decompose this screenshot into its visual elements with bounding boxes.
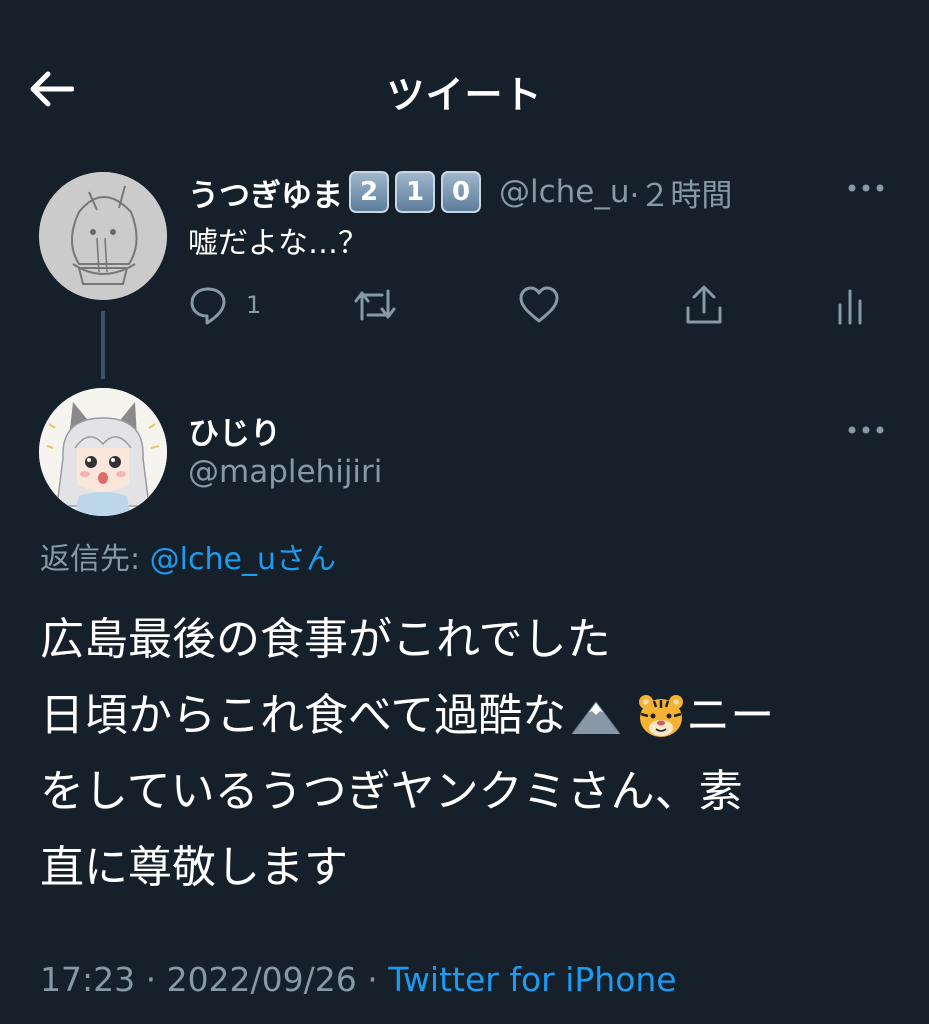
parent-author-row: うつぎゆま 2 1 0 @lche_u ·２時間 <box>188 166 732 218</box>
parent-tweet-text: 嘘だよな…？ <box>188 226 368 261</box>
tweet-line: 日頃からこれ食べて過酷な ニー <box>40 678 900 754</box>
parent-author-handle[interactable]: @lche_u <box>499 174 630 210</box>
tweet-metadata: 17:23 · 2022/09/26 · Twitter for iPhone <box>40 960 677 999</box>
avatar-illustration <box>39 388 167 516</box>
reply-to-mention[interactable]: @lche_u <box>150 542 276 577</box>
share-button[interactable] <box>684 282 724 328</box>
share-icon <box>686 285 722 324</box>
like-button[interactable] <box>518 282 560 328</box>
avatar-illustration <box>39 172 167 300</box>
more-dots-icon <box>848 184 884 192</box>
tweet-body: 広島最後の食事がこれでした 日頃からこれ食べて過酷な ニー をしているうつぎヤン… <box>40 602 900 906</box>
analytics-button[interactable] <box>836 282 866 328</box>
tweet-line-text: ニー <box>686 690 775 741</box>
mountain-emoji <box>571 701 621 735</box>
tweet-line: 広島最後の食事がこれでした <box>40 614 611 665</box>
author-name[interactable]: ひじり <box>188 408 281 453</box>
tweet-more-button[interactable] <box>846 412 886 448</box>
more-dots-icon <box>848 426 884 434</box>
parent-timestamp[interactable]: ·２時間 <box>630 170 733 215</box>
author-avatar[interactable] <box>39 388 167 516</box>
reply-count: 1 <box>246 291 262 319</box>
keycap-badge: 1 <box>395 171 435 213</box>
tiger-emoji <box>639 695 684 737</box>
keycap-badge: 0 <box>441 171 481 213</box>
tweet-line: 直に尊敬します <box>40 842 348 893</box>
retweet-icon <box>354 289 396 321</box>
reply-button[interactable]: 1 <box>188 282 261 328</box>
parent-avatar[interactable] <box>39 172 167 300</box>
tweet-line: をしているうつぎヤンクミさん、素 <box>40 766 743 817</box>
reply-to-prefix: 返信先: <box>40 542 150 577</box>
analytics-icon <box>838 289 862 325</box>
reply-to-suffix[interactable]: さん <box>276 542 336 577</box>
tweet-line-text: 日頃からこれ食べて過酷な <box>40 690 567 741</box>
page-title: ツイート <box>386 73 543 117</box>
retweet-button[interactable] <box>352 282 398 328</box>
thread-connector <box>101 311 105 379</box>
keycap-badge: 2 <box>349 171 389 213</box>
tweet-source-link[interactable]: Twitter for iPhone <box>388 960 676 999</box>
tweet-timestamp: 17:23 · 2022/09/26 · <box>40 960 389 999</box>
like-icon <box>519 286 559 323</box>
top-bar: ツイート <box>0 0 929 176</box>
parent-more-button[interactable] <box>846 170 886 206</box>
reply-icon <box>190 287 226 325</box>
author-handle[interactable]: @maplehijiri <box>188 454 382 490</box>
reply-to-line: 返信先: @lche_uさん <box>40 534 336 578</box>
parent-author-name[interactable]: うつぎゆま <box>188 170 343 215</box>
